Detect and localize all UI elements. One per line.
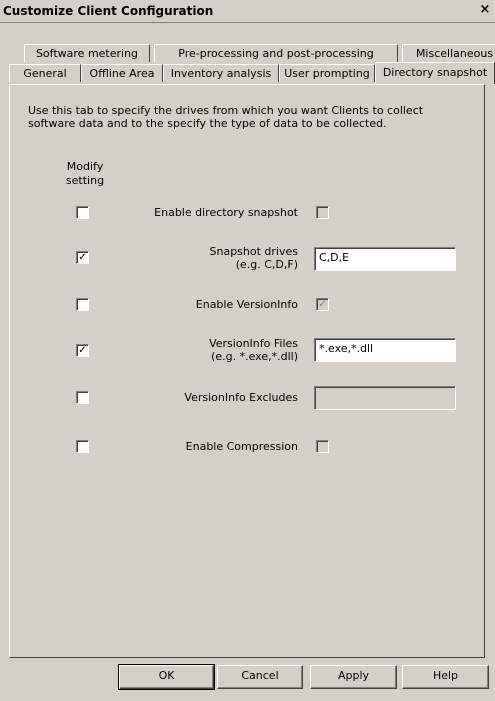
checkbox-enable-versioninfo[interactable]: ✓: [316, 298, 329, 311]
checkbox-enable-compression[interactable]: [316, 440, 329, 453]
modify-checkbox-versioninfo-excludes[interactable]: [76, 391, 89, 404]
cancel-button[interactable]: Cancel: [217, 665, 303, 689]
tab-user-prompting[interactable]: User prompting: [279, 64, 375, 82]
label-enable-directory-snapshot: Enable directory snapshot: [154, 206, 298, 219]
snapshot-drives-hint: (e.g. C,D,F): [235, 258, 298, 271]
modify-setting-header: Modify setting: [65, 160, 105, 187]
intro-text: Use this tab to specify the drives from …: [28, 104, 424, 130]
modify-checkbox-versioninfo-files[interactable]: ✓: [76, 344, 89, 357]
versioninfo-excludes-input[interactable]: [314, 386, 456, 410]
modify-checkbox-snapshot-drives[interactable]: ✓: [76, 251, 89, 264]
label-enable-compression: Enable Compression: [185, 440, 298, 453]
snapshot-drives-input[interactable]: C,D,E: [314, 247, 456, 271]
checkbox-enable-directory-snapshot[interactable]: [316, 206, 329, 219]
label-enable-versioninfo: Enable VersionInfo: [195, 298, 298, 311]
versioninfo-files-hint: (e.g. *.exe,*.dll): [211, 350, 298, 363]
ok-button[interactable]: OK: [118, 664, 215, 690]
snapshot-drives-label-text: Snapshot drives: [209, 245, 299, 258]
tab-software-metering[interactable]: Software metering: [24, 44, 150, 62]
tab-miscellaneous[interactable]: Miscellaneous: [402, 44, 495, 62]
tab-general[interactable]: General: [9, 64, 81, 82]
tab-inventory-analysis[interactable]: Inventory analysis: [163, 64, 279, 82]
apply-button[interactable]: Apply: [310, 665, 397, 689]
tab-directory-snapshot[interactable]: Directory snapshot: [375, 62, 495, 84]
label-versioninfo-files: VersionInfo Files (e.g. *.exe,*.dll): [209, 337, 298, 363]
modify-checkbox-enable-compression[interactable]: [76, 440, 89, 453]
title-bar: Customize Client Configuration ×: [0, 0, 495, 23]
modify-checkbox-enable-versioninfo[interactable]: [76, 298, 89, 311]
label-snapshot-drives: Snapshot drives (e.g. C,D,F): [210, 245, 299, 271]
window-title: Customize Client Configuration: [3, 4, 214, 18]
versioninfo-files-label-text: VersionInfo Files: [209, 337, 298, 350]
versioninfo-files-input[interactable]: *.exe,*.dll: [314, 338, 456, 362]
close-icon[interactable]: ×: [477, 3, 493, 17]
modify-checkbox-enable-directory-snapshot[interactable]: [76, 206, 89, 219]
help-button[interactable]: Help: [402, 665, 489, 689]
tab-pre-post-processing[interactable]: Pre-processing and post-processing: [154, 44, 398, 62]
label-versioninfo-excludes: VersionInfo Excludes: [184, 391, 298, 404]
tab-offline-area[interactable]: Offline Area: [81, 64, 163, 82]
